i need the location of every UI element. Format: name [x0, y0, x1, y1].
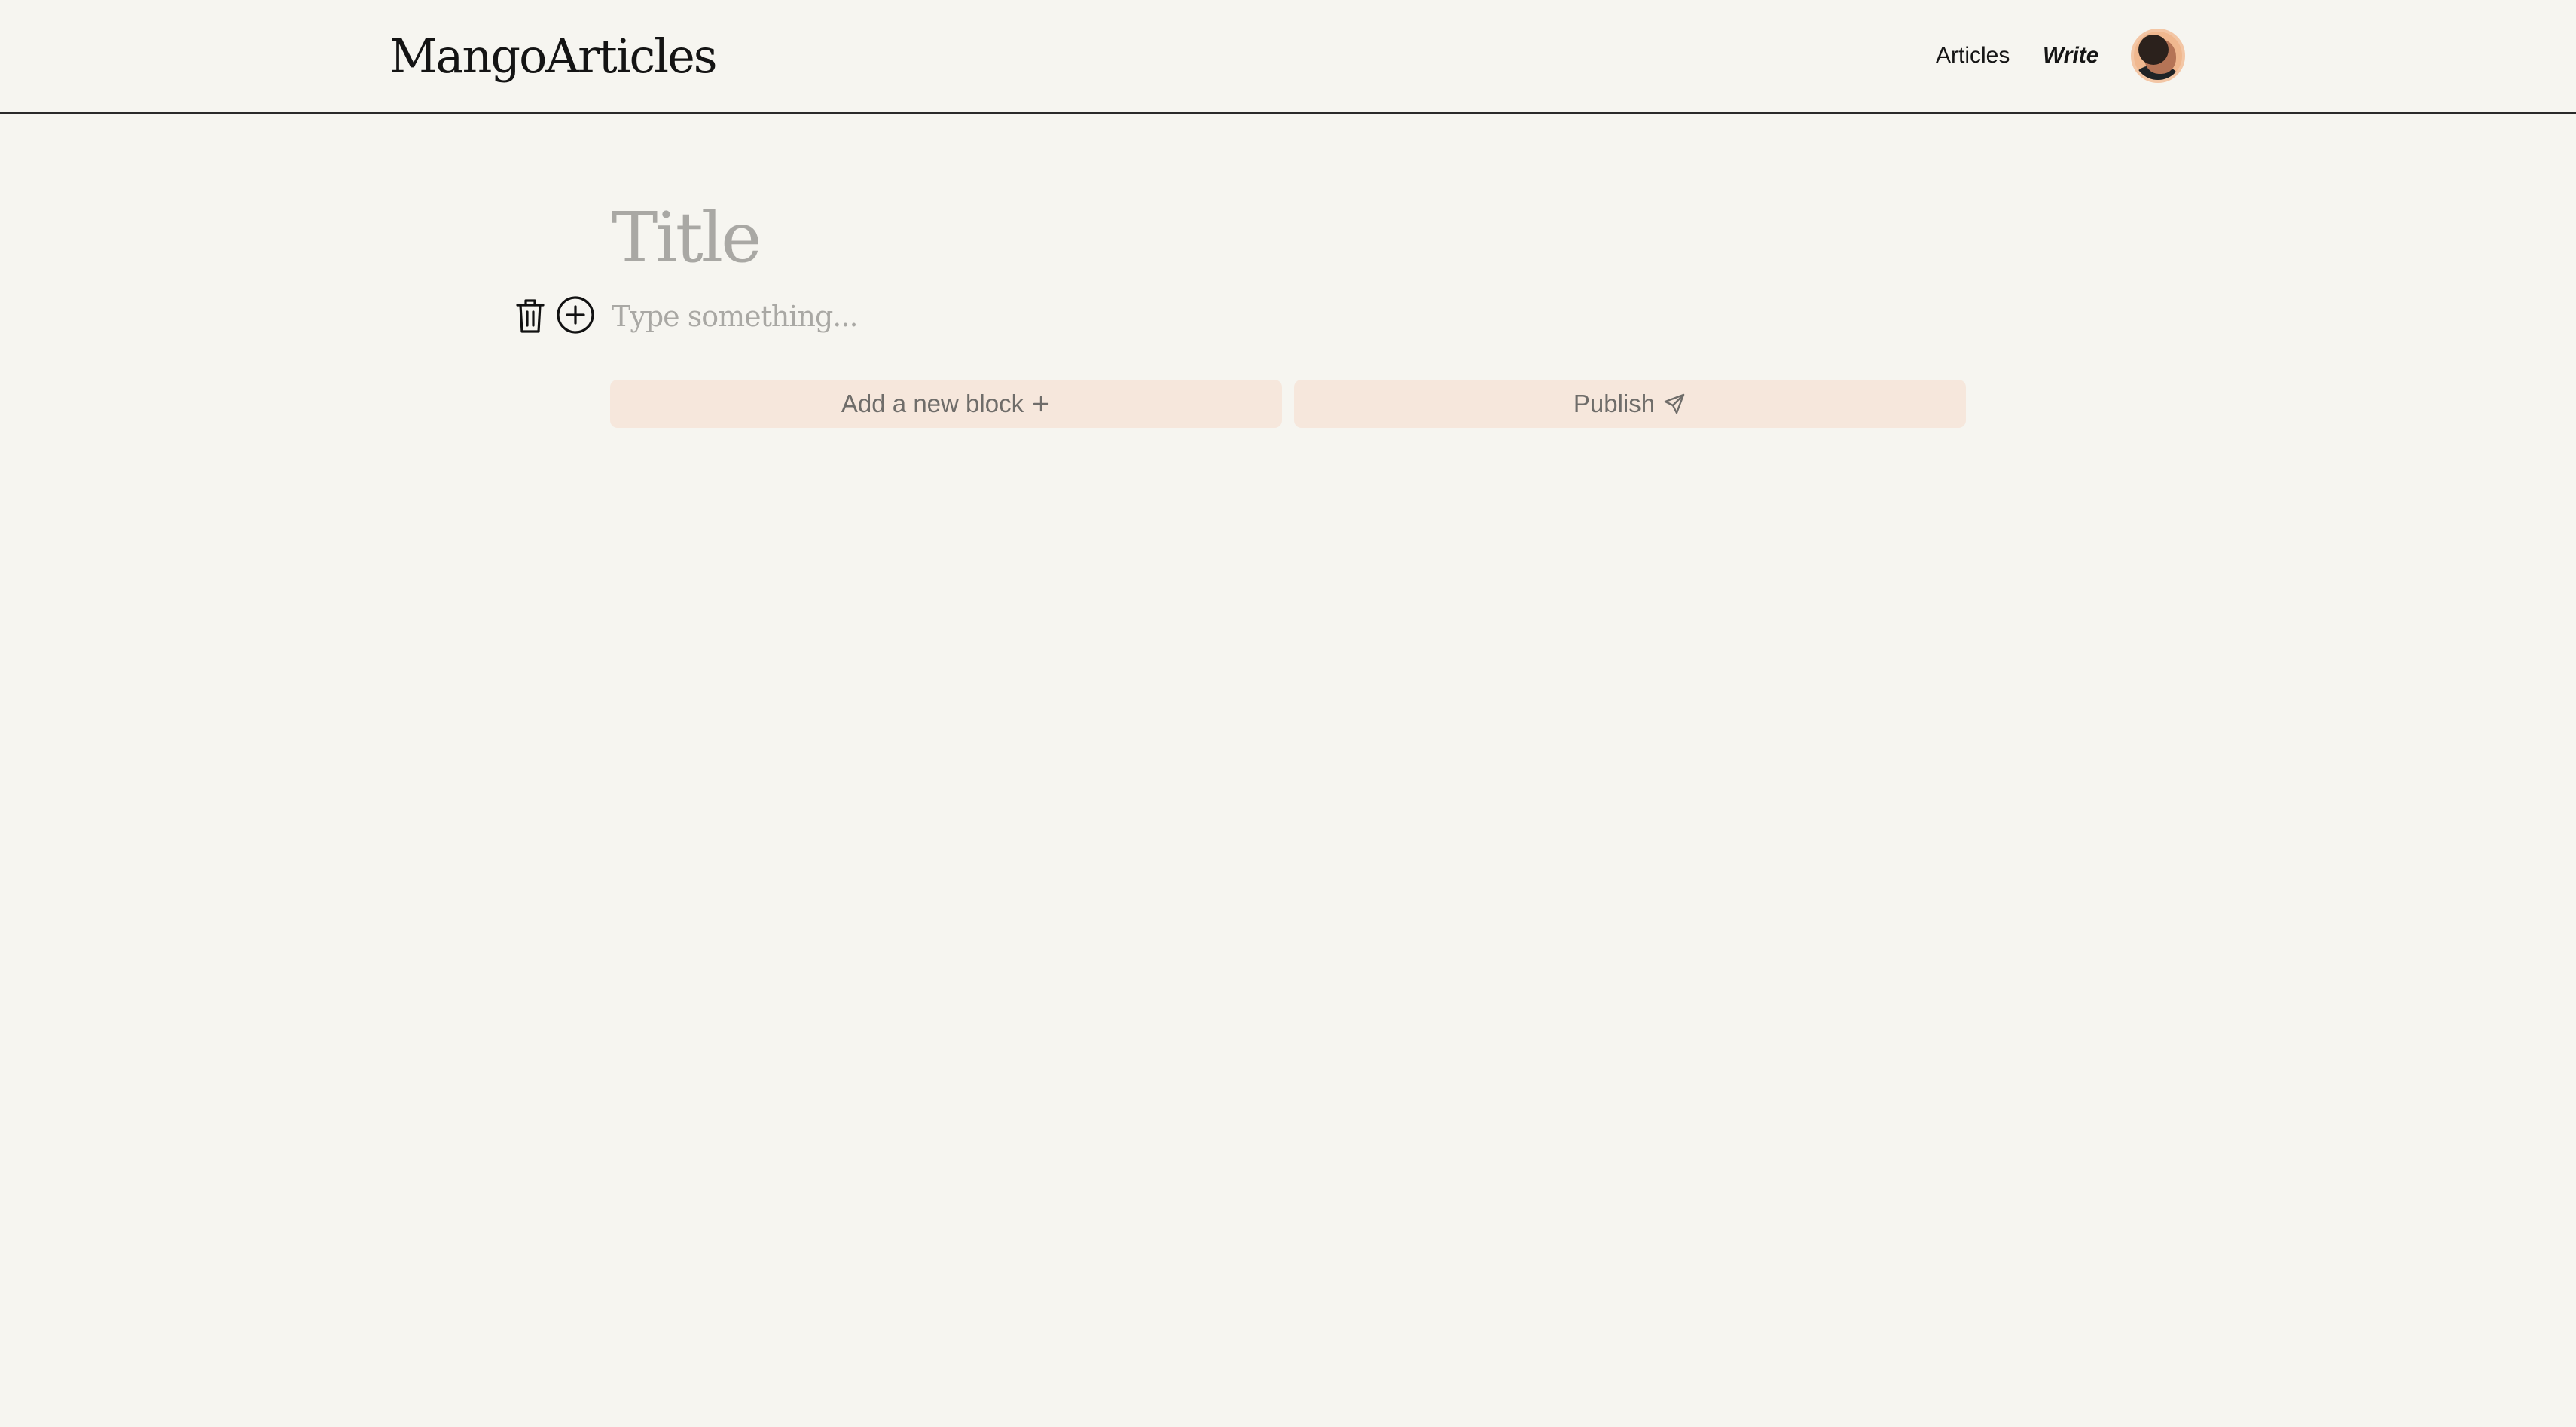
trash-icon — [516, 299, 545, 333]
delete-block-button[interactable] — [509, 292, 551, 338]
top-header: MangoArticles Articles Write — [0, 0, 2576, 114]
title-input[interactable] — [612, 188, 1967, 286]
publish-button[interactable]: Publish — [1294, 380, 1966, 428]
send-icon — [1662, 392, 1686, 416]
plus-circle-icon — [557, 296, 594, 334]
add-block-button[interactable]: Add a new block — [610, 380, 1282, 428]
avatar-hair — [2138, 35, 2169, 65]
plus-icon — [1031, 394, 1051, 414]
site-logo[interactable]: MangoArticles — [389, 23, 718, 90]
add-block-label: Add a new block — [841, 390, 1024, 417]
nav-articles-link[interactable]: Articles — [1936, 38, 2010, 74]
publish-label: Publish — [1573, 390, 1656, 417]
user-avatar[interactable] — [2131, 29, 2185, 83]
add-block-inline-button[interactable] — [554, 292, 597, 338]
nav-write-link[interactable]: Write — [2043, 38, 2098, 74]
block-text-input[interactable] — [612, 294, 1967, 339]
